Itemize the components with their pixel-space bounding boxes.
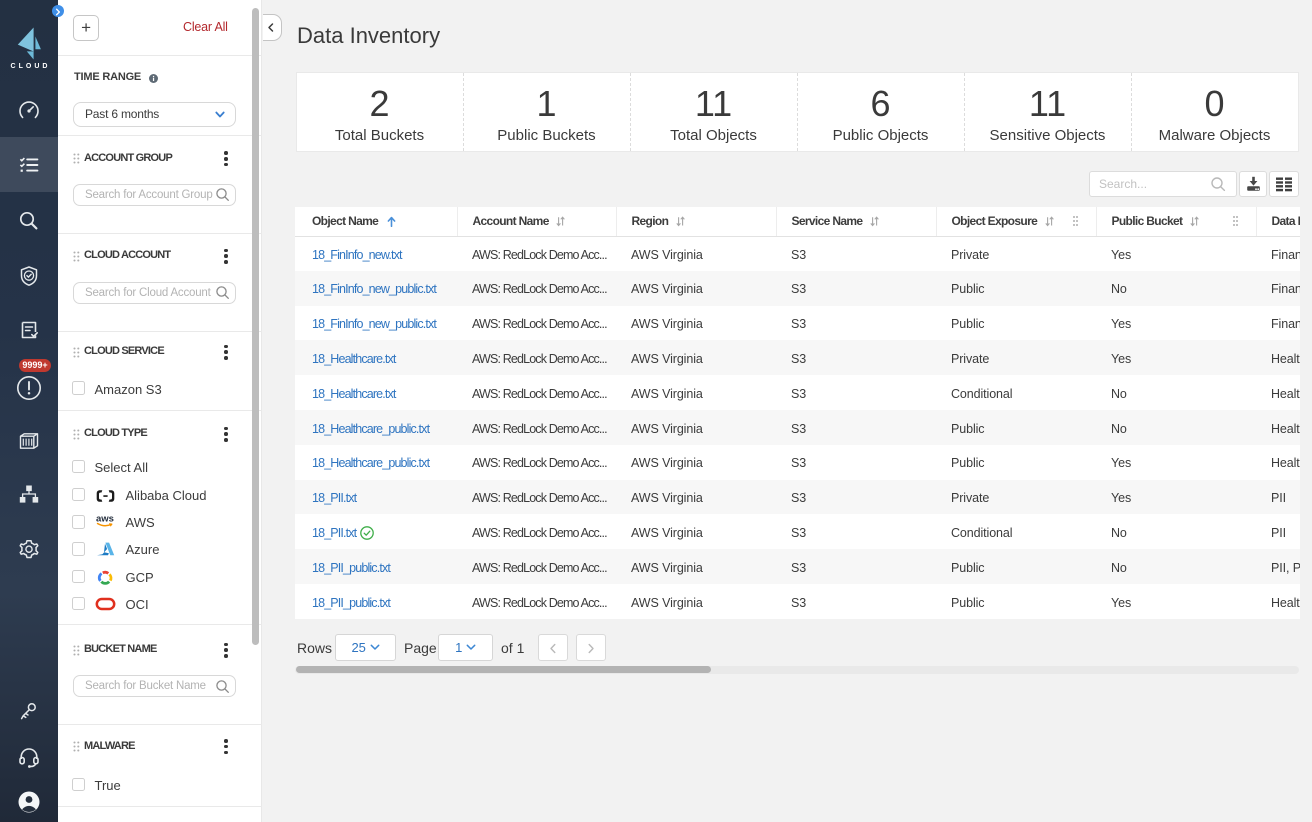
svg-text:aws: aws — [96, 514, 114, 525]
